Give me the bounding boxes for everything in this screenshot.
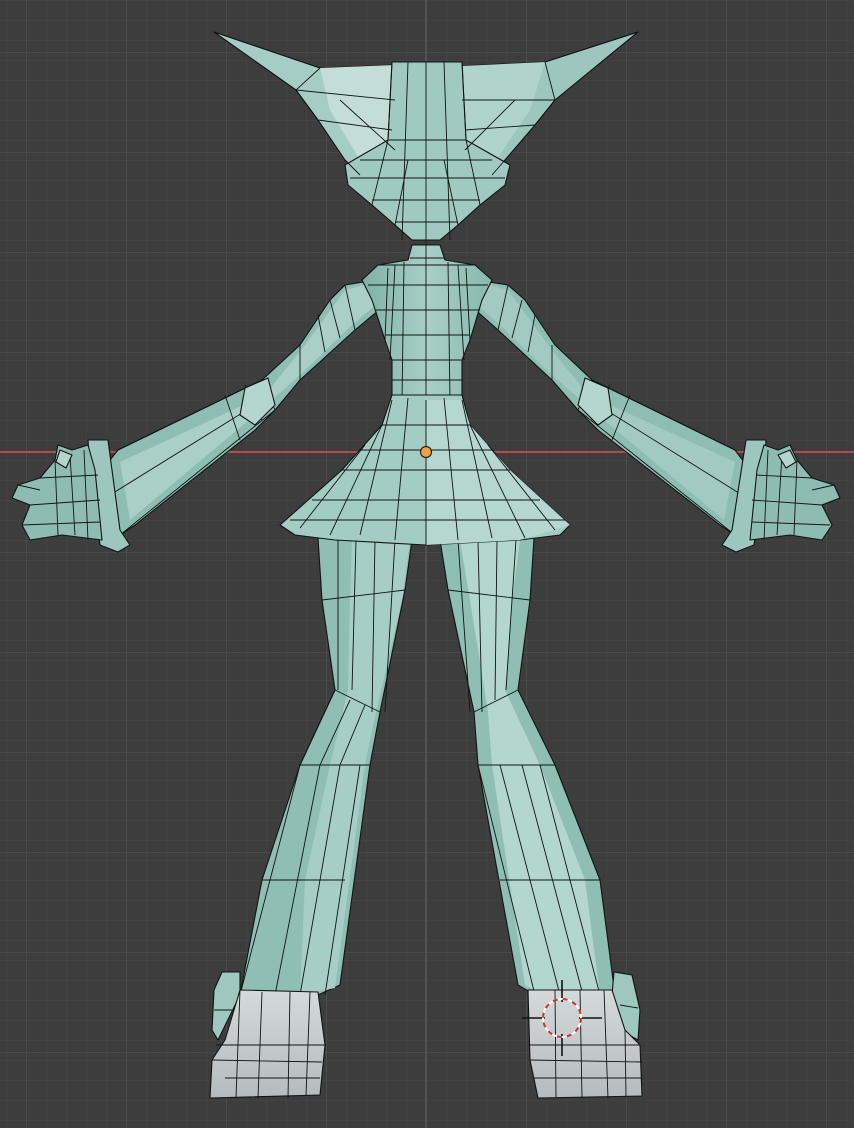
viewport-canvas[interactable]: [0, 0, 854, 1128]
right-boot[interactable]: [527, 971, 643, 1099]
3d-viewport[interactable]: [0, 0, 854, 1128]
object-origin[interactable]: [419, 445, 433, 459]
